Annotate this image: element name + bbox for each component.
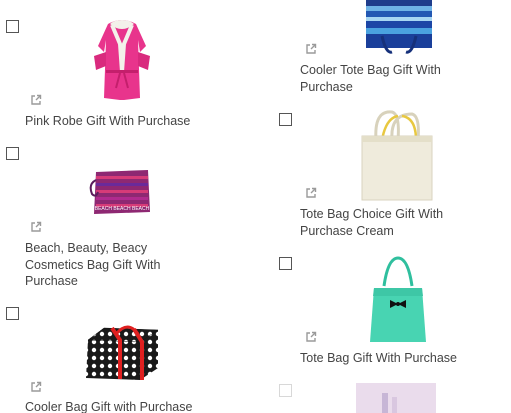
product-checkbox[interactable] [279, 257, 292, 270]
product-grid: Pink Robe Gift With Purchase Cooler Tote… [0, 0, 511, 413]
product-label[interactable]: Cooler Bag Gift with Purchase [25, 399, 265, 413]
cosmetics-bag-print-text: BEACH BEACH BEACH [95, 206, 150, 212]
product-checkbox[interactable] [279, 384, 292, 397]
product-checkbox[interactable] [6, 20, 19, 33]
external-link-icon[interactable] [305, 187, 317, 199]
cosmetics-bag-image: BEACH BEACH BEACH [89, 170, 150, 214]
product-label[interactable]: Beach, Beauty, Beacy Cosmetics Bag Gift … [25, 240, 185, 290]
external-link-icon[interactable] [305, 43, 317, 55]
product-label[interactable]: Tote Bag Choice Gift With Purchase Cream [300, 206, 470, 239]
cream-tote-image [361, 110, 433, 201]
product-checkbox[interactable] [279, 113, 292, 126]
product-label[interactable]: Tote Bag Gift With Purchase [300, 350, 490, 367]
product-label[interactable]: Cooler Tote Bag Gift With Purchase [300, 62, 480, 95]
product-checkbox[interactable] [6, 147, 19, 160]
external-link-icon[interactable] [30, 221, 42, 233]
pink-robe-image [94, 20, 150, 100]
external-link-icon[interactable] [305, 331, 317, 343]
product-checkbox[interactable] [6, 307, 19, 320]
product-label[interactable]: Pink Robe Gift With Purchase [25, 113, 265, 130]
product-image-partial [356, 383, 436, 413]
cooler-bag-image [86, 325, 159, 380]
teal-tote-image [370, 256, 426, 342]
external-link-icon[interactable] [30, 94, 42, 106]
external-link-icon[interactable] [30, 381, 42, 393]
cooler-tote-image [366, 0, 432, 54]
